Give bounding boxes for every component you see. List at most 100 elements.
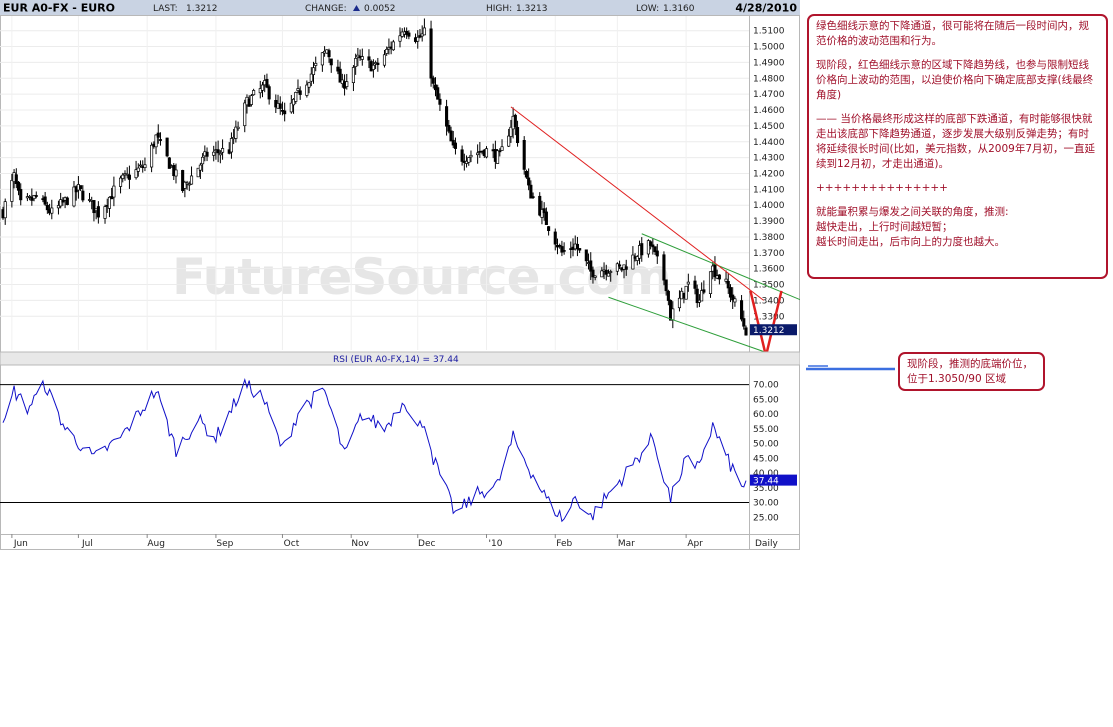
candle-body (371, 64, 375, 70)
candle-body (655, 250, 659, 257)
candle-body (252, 90, 256, 96)
chart-panel: EUR A0-FX - EURO LAST: 1.3212 CHANGE: 0.… (0, 0, 800, 550)
rsi-header: RSI (EUR A0-FX,14) = 37.44 (333, 355, 459, 365)
candle-body (740, 300, 744, 320)
candle-body (10, 180, 14, 202)
candle-body (307, 82, 311, 88)
candle-body (283, 110, 287, 115)
price-tick-label: 1.4300 (753, 154, 785, 164)
change-label: CHANGE: (305, 4, 347, 14)
price-tick-label: 1.4800 (753, 74, 785, 84)
month-tick-label: Oct (284, 539, 300, 549)
price-tick-label: 1.5000 (753, 43, 785, 53)
rsi-last-label: 37.44 (753, 477, 779, 487)
candle-body (81, 190, 85, 201)
candle-body (666, 290, 670, 301)
candle-body (529, 184, 533, 199)
candle-body (609, 271, 613, 273)
candle-body (360, 56, 364, 60)
blue-arrow (806, 365, 895, 371)
candle-body (496, 150, 500, 164)
candle-body (436, 87, 440, 100)
candle-body (578, 248, 582, 251)
candle-body (476, 152, 480, 156)
note-separator: +++++++++++++++ (816, 182, 948, 194)
rsi-tick-label: 25.00 (753, 513, 779, 523)
candle-body (212, 151, 216, 156)
candle-body (309, 73, 313, 82)
candle-body (447, 125, 451, 132)
candle-body (294, 91, 298, 102)
candle-body (19, 189, 23, 201)
candle-body (79, 185, 83, 190)
candle-body (717, 274, 721, 280)
candle-body (136, 167, 140, 172)
candle-body (527, 177, 531, 186)
candle-body (524, 170, 528, 178)
price-y-axis: 1.5100 1.5000 1.4900 1.4800 1.4700 1.4600 1.45… (753, 27, 785, 323)
candle-body (484, 148, 489, 158)
note-paragraph-3: —— 当价格最终形成这样的底部下跌通道，有时能够很快就走出该底部下降趋势通道，逐… (816, 113, 1095, 170)
candle-body (382, 54, 387, 66)
candle-body (96, 206, 100, 218)
month-tick-label: Jun (13, 539, 28, 549)
candle-body (320, 52, 324, 66)
candle-body (243, 102, 247, 127)
price-tick-label: 1.3900 (753, 217, 785, 227)
candle-body (618, 264, 622, 267)
candle-body (156, 132, 160, 138)
candle-body (516, 127, 520, 144)
candle-body (3, 201, 7, 219)
note-paragraph-1: 绿色细线示意的下降通道，很可能将在随后一段时间内，规范价格的波动范围和行为。 (816, 20, 1089, 47)
candle-body (367, 56, 371, 61)
month-tick-label: Jul (81, 539, 93, 549)
candle-body (236, 126, 240, 129)
candle-body (677, 297, 682, 309)
candle-body (600, 270, 604, 278)
candle-body (221, 148, 225, 153)
candle-body (65, 197, 69, 205)
note-paragraph-4: 就能量积累与爆发之间关联的角度，推测: 越快走出，上行时间越短暂； 越长时间走出… (816, 206, 1009, 248)
month-tick-label: Sep (216, 539, 233, 549)
candle-body (311, 67, 316, 75)
change-value: 0.0052 (364, 4, 396, 14)
candle-body (112, 185, 116, 198)
candle-body (460, 149, 464, 162)
candle-body (189, 175, 194, 185)
candle-body (385, 48, 389, 54)
rsi-series (2, 377, 747, 523)
price-tick-label: 1.3800 (753, 233, 785, 243)
candle-body (684, 285, 688, 300)
month-tick-label: Aug (147, 539, 165, 549)
candle-body (121, 174, 125, 179)
candle-body (693, 280, 697, 289)
month-tick-label: Dec (418, 539, 435, 549)
candle-body (174, 169, 178, 177)
candle-body (138, 164, 143, 167)
candle-body (624, 266, 628, 270)
high-value: 1.3213 (516, 4, 548, 14)
candle-body (298, 90, 302, 95)
last-price-label: 1.3212 (753, 326, 785, 336)
candle-body (742, 318, 746, 327)
candle-body (686, 281, 690, 285)
month-tick-label: Mar (618, 539, 635, 549)
candle-body (198, 164, 202, 171)
candle-body (50, 207, 54, 214)
candle-body (249, 95, 253, 105)
candle-body (43, 196, 47, 205)
chart-date: 4/28/2010 (735, 2, 797, 15)
candle-body (296, 88, 300, 91)
price-tick-label: 1.3600 (753, 265, 785, 275)
candle-body (453, 142, 458, 149)
candle-body (467, 157, 471, 163)
candle-body (547, 226, 551, 231)
candle-body (376, 62, 380, 65)
candle-body (498, 150, 502, 153)
month-tick-label: Nov (351, 539, 369, 549)
price-tick-label: 1.4900 (753, 58, 785, 68)
price-tick-label: 1.4500 (753, 122, 785, 132)
candle-body (438, 98, 442, 105)
candle-body (606, 272, 611, 277)
last-label: LAST: (153, 4, 178, 14)
